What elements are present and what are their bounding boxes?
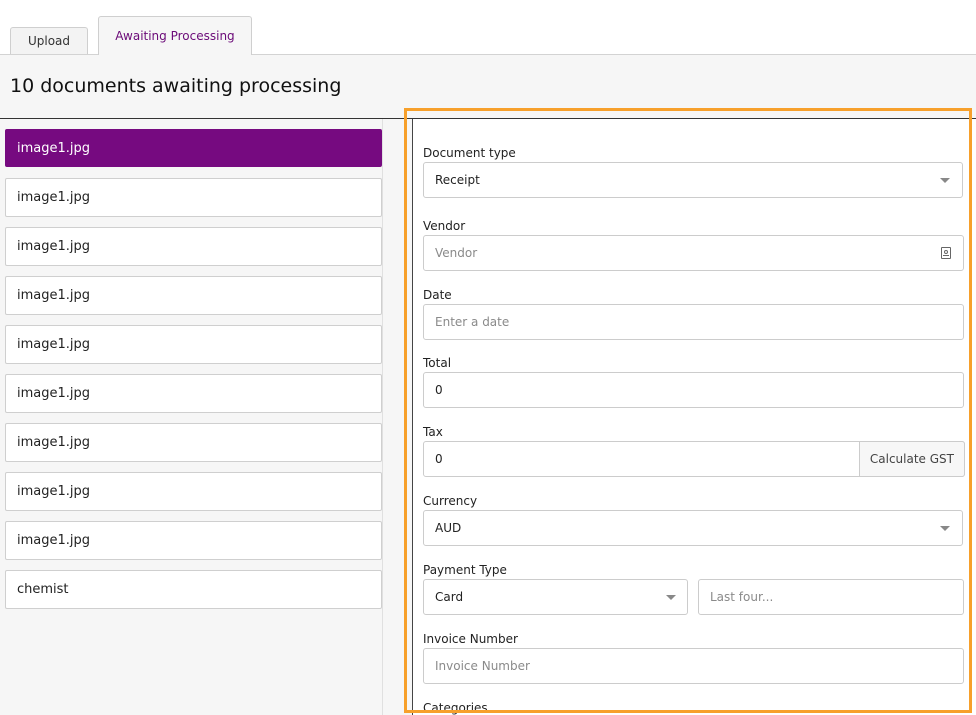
vendor-placeholder: Vendor — [435, 246, 478, 260]
total-label: Total — [423, 356, 452, 370]
currency-label: Currency — [423, 494, 478, 508]
tax-value: 0 — [435, 452, 443, 466]
document-list-item[interactable]: image1.jpg — [5, 276, 382, 315]
tax-input[interactable]: 0 Calculate GST — [423, 441, 965, 477]
document-list-item[interactable]: image1.jpg — [5, 129, 382, 167]
invoice-number-label: Invoice Number — [423, 632, 518, 646]
document-list-item[interactable]: image1.jpg — [5, 521, 382, 560]
date-placeholder: Enter a date — [435, 315, 510, 329]
invoice-number-input[interactable]: Invoice Number — [423, 648, 964, 684]
total-input[interactable]: 0 — [423, 372, 964, 408]
form-panel — [412, 119, 976, 715]
tab-upload[interactable]: Upload — [10, 27, 88, 54]
payment-type-value: Card — [435, 590, 464, 604]
document-list-item[interactable]: image1.jpg — [5, 325, 382, 364]
document-list-item[interactable]: chemist — [5, 570, 382, 609]
invoice-number-placeholder: Invoice Number — [435, 659, 530, 673]
currency-select[interactable]: AUD — [423, 510, 963, 546]
total-value: 0 — [435, 383, 443, 397]
payment-type-select[interactable]: Card — [423, 579, 688, 615]
column-divider — [382, 119, 383, 715]
document-type-label: Document type — [423, 146, 516, 160]
page-title: 10 documents awaiting processing — [10, 75, 342, 97]
caret-down-icon — [666, 595, 676, 600]
date-input[interactable]: Enter a date — [423, 304, 964, 340]
document-type-select[interactable]: Receipt — [423, 162, 963, 198]
document-list-item[interactable]: image1.jpg — [5, 423, 382, 462]
document-list-item[interactable]: image1.jpg — [5, 374, 382, 413]
calculate-gst-button[interactable]: Calculate GST — [858, 441, 965, 477]
tab-bar: Upload Awaiting Processing — [0, 0, 976, 55]
tax-label: Tax — [423, 425, 443, 439]
document-type-value: Receipt — [435, 173, 480, 187]
document-list-item[interactable]: image1.jpg — [5, 178, 382, 217]
vendor-label: Vendor — [423, 219, 466, 233]
document-list-item[interactable]: image1.jpg — [5, 227, 382, 266]
document-list-item[interactable]: image1.jpg — [5, 472, 382, 511]
last-four-placeholder: Last four... — [710, 590, 774, 604]
tab-awaiting-processing[interactable]: Awaiting Processing — [98, 16, 252, 55]
last-four-input[interactable]: Last four... — [698, 579, 964, 615]
payment-type-label: Payment Type — [423, 563, 507, 577]
categories-label: Categories — [423, 701, 488, 715]
document-list: image1.jpg image1.jpg image1.jpg image1.jpg… — [5, 129, 382, 619]
date-label: Date — [423, 288, 452, 302]
contact-card-icon[interactable] — [941, 247, 951, 259]
caret-down-icon — [940, 526, 950, 531]
currency-value: AUD — [435, 521, 462, 535]
caret-down-icon — [940, 178, 950, 183]
vendor-input[interactable]: Vendor — [423, 235, 964, 271]
